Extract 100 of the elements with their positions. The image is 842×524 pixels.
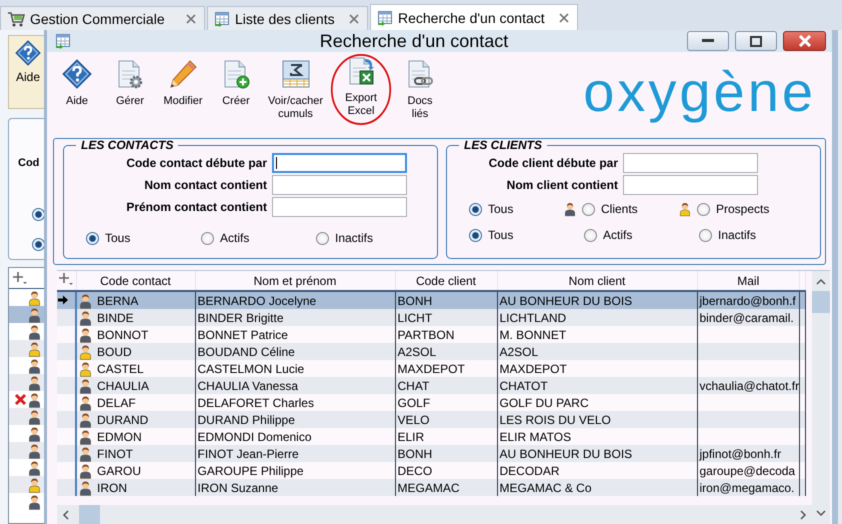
- radio-button[interactable]: [469, 202, 482, 216]
- client-code: VELO: [398, 412, 430, 426]
- minimize-button[interactable]: [687, 31, 729, 51]
- table-row[interactable]: BINDE BINDER Brigitte LICHT LICHTLAND binder@caramail.: [57, 309, 806, 326]
- radio-button[interactable]: [86, 232, 99, 244]
- tab[interactable]: Recherche d'un contact: [370, 4, 578, 30]
- client-name: GOLF DU PARC: [500, 396, 589, 410]
- person-icon: [28, 340, 41, 356]
- add-column-icon[interactable]: [58, 272, 74, 286]
- input-field[interactable]: [272, 175, 407, 195]
- person-icon: [28, 306, 41, 322]
- contact-name: GAROUPE Philippe: [198, 464, 304, 478]
- table-icon: [377, 10, 393, 26]
- table-row[interactable]: [9, 476, 44, 493]
- toolbar-button[interactable]: Modifier: [158, 56, 208, 111]
- table-row[interactable]: BERNA BERNARDO Jocelyne BONH AU BONHEUR DU BOIS jbernardo@bonh.f: [57, 291, 806, 309]
- table-row[interactable]: GAROU GAROUPE Philippe DECO DECODAR garoupe@decoda: [57, 462, 806, 479]
- help-button[interactable]: Aide: [8, 35, 44, 109]
- radio-button[interactable]: [584, 228, 597, 242]
- radio-button[interactable]: [697, 202, 710, 216]
- toolbar-button[interactable]: Export Excel: [330, 53, 392, 126]
- table-row[interactable]: [9, 374, 44, 391]
- table-row[interactable]: [9, 340, 44, 357]
- toolbar-button[interactable]: Docs liés: [395, 56, 446, 124]
- tab[interactable]: Liste des clients: [207, 6, 368, 30]
- radio-button[interactable]: [316, 232, 329, 244]
- scroll-down-icon[interactable]: [816, 508, 826, 518]
- table-row[interactable]: [9, 442, 44, 459]
- pencil-icon: [168, 59, 198, 89]
- toolbar-button[interactable]: Aide: [52, 56, 102, 111]
- client-code: GOLF: [398, 396, 430, 410]
- contact-name: BERNARDO Jocelyne: [198, 294, 316, 308]
- person-icon: [28, 460, 41, 476]
- scroll-thumb[interactable]: [812, 291, 830, 313]
- minimize-icon: [702, 39, 714, 43]
- table-icon: [214, 10, 230, 26]
- radio-label: Inactifs: [335, 231, 374, 245]
- contact-name: BOUDAND Céline: [198, 344, 295, 358]
- contact-code: IRON: [97, 480, 127, 494]
- maximize-button[interactable]: [735, 31, 777, 51]
- sigma-table-icon: [280, 59, 311, 89]
- toolbar-button[interactable]: Gérer: [105, 56, 155, 111]
- radio-button[interactable]: [699, 228, 712, 242]
- input-field[interactable]: [272, 153, 407, 173]
- table-row[interactable]: CASTEL CASTELMON Lucie MAXDEPOT MAXDEPOT: [57, 360, 806, 377]
- close-icon[interactable]: [186, 14, 196, 24]
- table-row[interactable]: EDMON EDMONDI Domenico ELIR ELIR MATOS: [57, 428, 806, 445]
- radio-button[interactable]: [469, 228, 482, 242]
- close-icon[interactable]: [349, 14, 359, 24]
- column-header[interactable]: Code client: [416, 274, 476, 288]
- radio-button[interactable]: [582, 202, 595, 216]
- table-row[interactable]: [9, 408, 44, 425]
- column-header[interactable]: Code contact: [100, 274, 171, 288]
- scroll-up-icon[interactable]: [816, 277, 826, 287]
- field-label: Cod: [18, 157, 40, 169]
- radio-label: Tous: [488, 202, 514, 216]
- scroll-right-icon[interactable]: [798, 510, 808, 520]
- cart-icon: [7, 10, 25, 26]
- table-row[interactable]: DURAND DURAND Philippe VELO LES ROIS DU VELO: [57, 411, 806, 428]
- table-row[interactable]: DELAF DELAFORET Charles GOLF GOLF DU PARC: [57, 394, 806, 411]
- radio-button[interactable]: [32, 238, 44, 251]
- scroll-left-icon[interactable]: [61, 510, 71, 520]
- contact-code: BOUD: [97, 344, 132, 358]
- input-field[interactable]: [623, 175, 758, 195]
- contact-name: EDMONDI Domenico: [198, 430, 312, 444]
- horizontal-scrollbar[interactable]: [57, 505, 812, 524]
- client-code: BONH: [398, 294, 432, 308]
- close-icon[interactable]: [559, 12, 569, 22]
- table-row[interactable]: IRON IRON Suzanne MEGAMAC MEGAMAC & Co iron@megamaco.: [57, 479, 806, 496]
- client-name: ELIR MATOS: [500, 430, 572, 444]
- person-icon: [28, 324, 41, 340]
- tab[interactable]: Gestion Commerciale: [0, 6, 205, 30]
- table-row[interactable]: FINOT FINOT Jean-Pierre BONH AU BONHEUR DU BOIS jpfinot@bonh.fr: [57, 445, 806, 462]
- person-icon: [28, 408, 41, 424]
- contact-code: GAROU: [97, 464, 142, 478]
- scroll-thumb[interactable]: [79, 505, 100, 524]
- toolbar-button[interactable]: Voir/cacher cumuls: [264, 56, 328, 124]
- close-button[interactable]: [783, 31, 826, 51]
- contact-code: DELAF: [97, 396, 136, 410]
- input-field[interactable]: [623, 153, 758, 173]
- table-row[interactable]: BONNOT BONNET Patrice PARTBON M. BONNET: [57, 326, 806, 343]
- cross-icon: [14, 393, 27, 406]
- table-row[interactable]: CHAULIA CHAULIA Vanessa CHAT CHATOT vchaulia@chatot.fr: [57, 377, 806, 394]
- column-header[interactable]: Mail: [737, 274, 760, 288]
- column-header[interactable]: Nom et prénom: [254, 274, 336, 288]
- person-icon: [28, 442, 41, 458]
- add-column-icon[interactable]: [12, 271, 28, 285]
- client-code: BONH: [398, 446, 432, 460]
- contact-code: BERNA: [97, 294, 138, 308]
- person-icon: [28, 494, 41, 510]
- table-row[interactable]: BOUD BOUDAND Céline A2SOL A2SOL: [57, 343, 806, 360]
- radio-button[interactable]: [32, 208, 44, 221]
- column-header[interactable]: Nom client: [568, 274, 626, 288]
- vertical-scrollbar[interactable]: [812, 271, 830, 524]
- input-field[interactable]: [272, 197, 407, 217]
- email-address: iron@megamaco.: [700, 480, 794, 494]
- email-address: binder@caramail.: [700, 310, 794, 324]
- radio-button[interactable]: [201, 232, 214, 244]
- toolbar-button[interactable]: Créer: [211, 56, 261, 111]
- table-row[interactable]: [9, 306, 44, 323]
